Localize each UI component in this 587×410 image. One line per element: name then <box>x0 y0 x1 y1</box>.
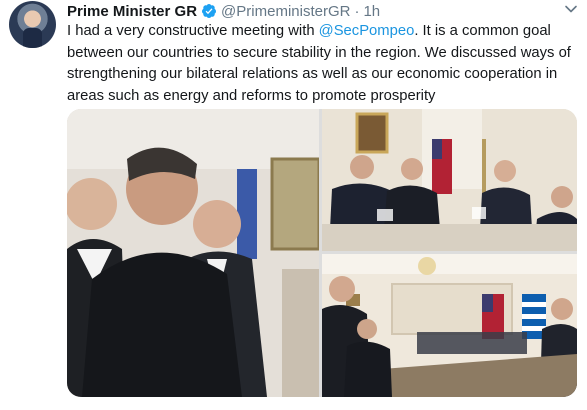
photo-meeting-table[interactable] <box>322 109 577 251</box>
author-name[interactable]: Prime Minister GR <box>67 3 197 20</box>
photo-meeting-greeting-image <box>67 109 319 397</box>
chevron-down-icon[interactable] <box>564 2 578 16</box>
avatar[interactable] <box>9 1 56 48</box>
photo-meeting-room[interactable] <box>322 254 577 397</box>
photo-meeting-room-image <box>322 254 577 397</box>
tweet-text: I had a very constructive meeting with @… <box>67 21 582 107</box>
verified-badge-icon <box>202 4 217 18</box>
photo-meeting-greeting[interactable] <box>67 109 319 397</box>
author-handle[interactable]: @PrimeministerGR <box>221 3 350 20</box>
tweet-text-start: I had a very constructive meeting with <box>67 23 319 39</box>
tweet-header: Prime Minister GR @PrimeministerGR · 1h <box>67 2 380 20</box>
mention-link[interactable]: @SecPompeo <box>319 23 415 39</box>
timestamp[interactable]: 1h <box>363 3 380 20</box>
separator-dot: · <box>354 2 360 20</box>
media-grid <box>67 109 577 397</box>
tweet: Prime Minister GR @PrimeministerGR · 1h … <box>0 0 587 410</box>
photo-meeting-table-image <box>322 109 577 251</box>
